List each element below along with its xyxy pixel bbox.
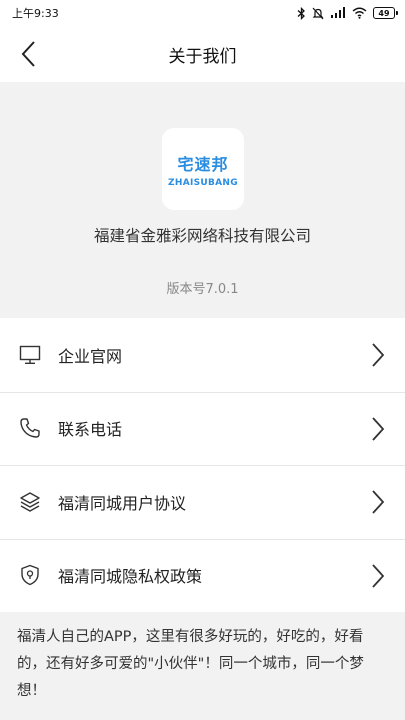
menu-item-label: 企业官网 <box>58 346 123 366</box>
menu-item-label: 联系电话 <box>58 420 123 440</box>
chevron-left-icon <box>21 41 35 67</box>
menu-item-label: 福清同城隐私权政策 <box>58 567 203 587</box>
status-icons: 49 <box>297 6 398 20</box>
layers-icon <box>18 490 42 514</box>
logo-text: 宅速邦 <box>177 154 229 174</box>
status-time: 上午9:33 <box>12 7 59 20</box>
menu-item-website[interactable]: 企业官网 <box>0 318 405 392</box>
app-logo: 宅速邦 ZHAISUBANG <box>162 128 244 210</box>
menu-item-label: 福清同城用户协议 <box>58 493 187 513</box>
app-description: 福清人自己的APP，这里有很多好玩的，好吃的，好看的，还有好多可爱的"小伙伴"！… <box>17 629 364 699</box>
nav-bar: 关于我们 <box>0 26 405 82</box>
battery-icon: 49 <box>373 7 398 19</box>
phone-icon <box>18 416 42 440</box>
chevron-right-icon <box>372 563 385 588</box>
menu-item-phone[interactable]: 联系电话 <box>0 391 405 466</box>
logo-subtext: ZHAISUBANG <box>168 177 238 188</box>
page-title: 关于我们 <box>168 46 237 67</box>
status-bar: 上午9:33 49 <box>0 0 405 26</box>
chevron-right-icon <box>372 490 385 514</box>
footer: 福清人自己的APP，这里有很多好玩的，好吃的，好看的，还有好多可爱的"小伙伴"！… <box>0 612 405 720</box>
monitor-icon <box>18 343 42 367</box>
company-name: 福建省金雅彩网络科技有限公司 <box>93 227 311 245</box>
chevron-right-icon <box>372 416 385 441</box>
wifi-icon <box>352 7 367 19</box>
bluetooth-icon <box>297 6 305 20</box>
version-number: 版本号7.0.1 <box>166 282 239 297</box>
menu-item-user-agreement[interactable]: 福清同城用户协议 <box>0 465 405 539</box>
menu-list: 企业官网 联系电话 福清同城用户协议 福清同城隐私权政策 <box>0 318 405 612</box>
about-header: 宅速邦 ZHAISUBANG 福建省金雅彩网络科技有限公司 版本号7.0.1 <box>0 82 405 318</box>
chevron-right-icon <box>372 343 385 367</box>
signal-icon <box>331 7 345 18</box>
back-button[interactable] <box>10 34 46 74</box>
mute-icon <box>312 7 324 19</box>
menu-item-privacy-policy[interactable]: 福清同城隐私权政策 <box>0 538 405 613</box>
shield-icon <box>18 563 42 587</box>
